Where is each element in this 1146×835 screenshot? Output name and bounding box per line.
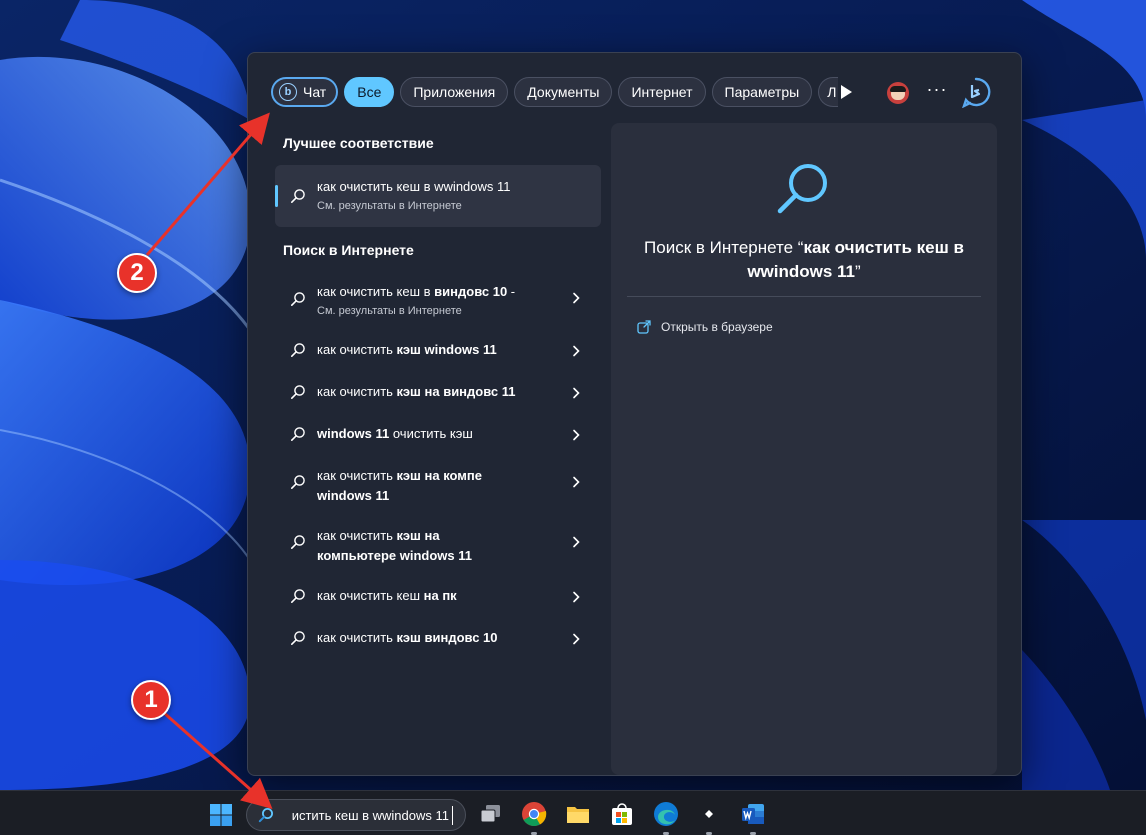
chevron-right-icon: [573, 476, 580, 488]
annotation-marker-2: 2: [117, 253, 157, 293]
best-match-item[interactable]: как очистить кеш в wwindows 11 См. резул…: [275, 165, 601, 227]
app-icon[interactable]: [696, 801, 722, 827]
search-icon: [290, 385, 305, 399]
web-search-item-label: как очистить кеш на пк: [317, 588, 457, 603]
web-search-item[interactable]: как очистить кэш на виндовс 11: [275, 378, 601, 406]
taskbar: истить кеш в wwindows 11: [0, 790, 1146, 835]
search-icon: [290, 292, 305, 306]
word-icon[interactable]: [740, 801, 766, 827]
best-match-heading: Лучшее соответствие: [283, 135, 434, 151]
chevron-right-icon: [573, 591, 580, 603]
search-icon: [258, 808, 273, 823]
search-icon: [290, 475, 305, 489]
chevron-right-icon: [573, 633, 580, 645]
search-icon: [290, 427, 305, 441]
web-search-item[interactable]: как очистить кэш windows 11: [275, 336, 601, 364]
search-icon: [290, 189, 305, 203]
web-search-item-label: как очистить кэш виндовс 10: [317, 630, 498, 645]
filter-bar: b Чат Все Приложения Документы Интернет …: [271, 77, 839, 109]
start-icon[interactable]: [209, 803, 233, 827]
web-search-item-label: windows 11 очистить кэш: [317, 426, 473, 441]
search-icon: [290, 535, 305, 549]
chevron-right-icon: [573, 292, 580, 304]
web-search-item[interactable]: как очистить кэш виндовс 10: [275, 624, 601, 652]
search-icon: [290, 589, 305, 603]
web-search-item-subtitle: См. результаты в Интернете: [317, 305, 462, 317]
preview-title: Поиск в Интернете “как очистить кеш в ww…: [644, 238, 964, 281]
text-cursor: [452, 806, 453, 825]
search-icon: [290, 631, 305, 645]
chevron-right-icon: [573, 387, 580, 399]
chevron-right-icon: [573, 345, 580, 357]
filter-internet[interactable]: Интернет: [618, 77, 706, 107]
external-link-icon: [637, 320, 651, 334]
web-search-item-label: как очистить кэш windows 11: [317, 342, 497, 357]
best-match-title: как очистить кеш в wwindows 11: [317, 179, 511, 194]
search-panel: b Чат Все Приложения Документы Интернет …: [247, 52, 1022, 776]
filter-more-partial[interactable]: Л: [818, 77, 839, 107]
chevron-right-icon: [573, 429, 580, 441]
preview-pane: Поиск в Интернете “как очистить кеш в ww…: [611, 123, 997, 775]
web-search-item[interactable]: windows 11 очистить кэш: [275, 420, 601, 448]
web-search-item-label: как очистить кэш на виндовс 11: [317, 384, 516, 399]
search-icon: [777, 164, 827, 214]
best-match-subtitle: См. результаты в Интернете: [317, 200, 462, 212]
play-icon[interactable]: [838, 83, 854, 101]
avatar-icon[interactable]: [887, 82, 909, 104]
filter-apps[interactable]: Приложения: [400, 77, 509, 107]
filter-all[interactable]: Все: [344, 77, 395, 107]
bing-icon[interactable]: [960, 76, 992, 108]
chrome-icon[interactable]: [521, 801, 547, 827]
open-in-browser-link[interactable]: Открыть в браузере: [637, 317, 773, 337]
web-search-item[interactable]: как очистить кеш в виндовс 10 - См. резул…: [275, 278, 601, 326]
annotation-marker-1: 1: [131, 680, 171, 720]
divider: [627, 296, 981, 297]
open-in-browser-label: Открыть в браузере: [661, 320, 773, 334]
filter-documents[interactable]: Документы: [514, 77, 613, 107]
web-search-heading: Поиск в Интернете: [283, 242, 414, 258]
selection-indicator: [275, 185, 278, 207]
filter-chat-label: Чат: [303, 84, 327, 100]
web-search-item[interactable]: как очистить кеш на пк: [275, 582, 601, 610]
web-search-item-label: как очистить кэш на компе windows 11: [317, 468, 483, 503]
web-search-item[interactable]: как очистить кэш на компьютере windows 11: [275, 522, 601, 563]
file-explorer-icon[interactable]: [565, 801, 591, 827]
search-icon: [290, 343, 305, 357]
filter-chat[interactable]: b Чат: [271, 77, 339, 107]
task-view-icon[interactable]: [478, 801, 504, 827]
edge-icon[interactable]: [653, 801, 679, 827]
more-options-icon[interactable]: ···: [926, 80, 948, 103]
chevron-right-icon: [573, 536, 580, 548]
store-icon[interactable]: [609, 801, 635, 827]
filter-settings[interactable]: Параметры: [711, 77, 813, 107]
bing-chat-icon: b: [279, 83, 297, 101]
web-search-item[interactable]: как очистить кэш на компе windows 11: [275, 462, 601, 503]
web-search-item-label: как очистить кэш на компьютере windows 11: [317, 528, 472, 563]
taskbar-search-input[interactable]: истить кеш в wwindows 11: [292, 808, 449, 823]
web-search-item-label: как очистить кеш в виндовс 10 -: [317, 284, 516, 299]
taskbar-search-box[interactable]: истить кеш в wwindows 11: [246, 799, 466, 831]
